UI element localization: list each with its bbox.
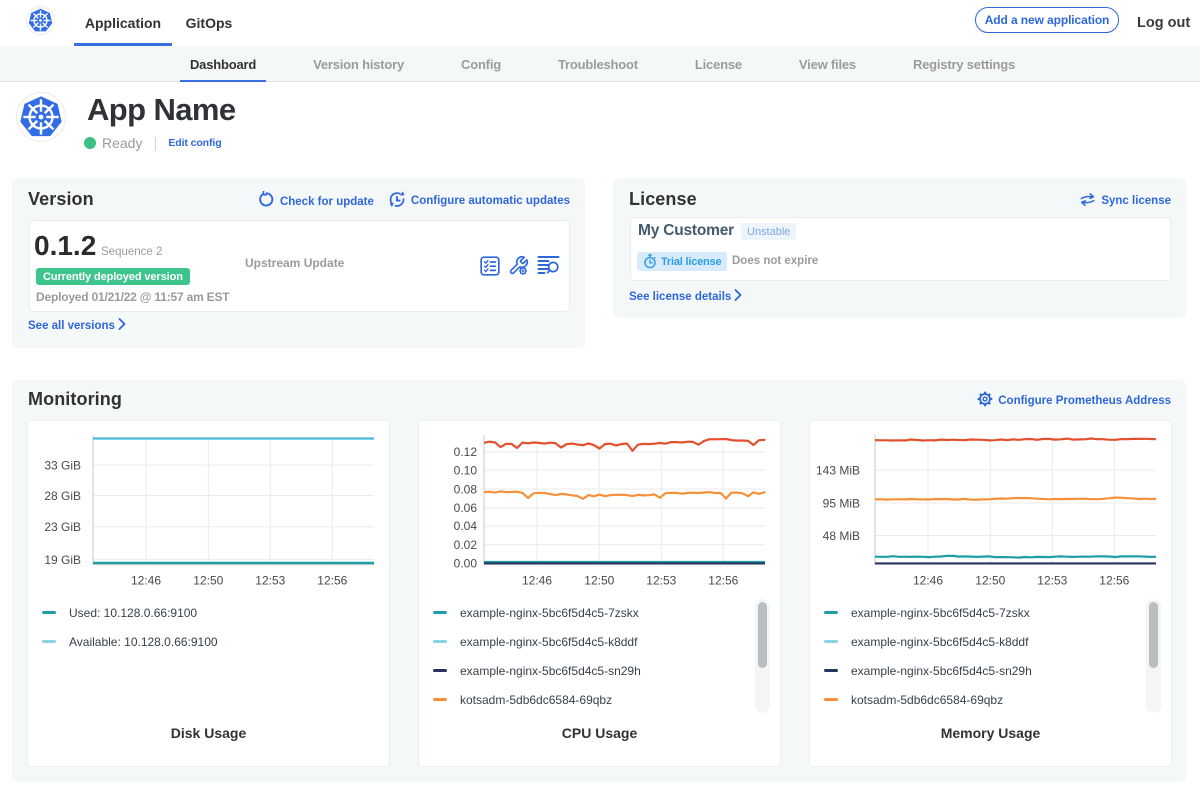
svg-text:0.10: 0.10	[454, 463, 478, 477]
svg-text:23 GiB: 23 GiB	[44, 520, 81, 534]
svg-text:0.02: 0.02	[454, 538, 478, 552]
svg-text:12:56: 12:56	[708, 574, 738, 588]
svg-text:0.00: 0.00	[454, 556, 478, 570]
svg-text:12:53: 12:53	[255, 574, 285, 588]
svg-text:95 MiB: 95 MiB	[823, 496, 860, 510]
svg-text:12:53: 12:53	[1037, 574, 1067, 588]
svg-text:0.06: 0.06	[454, 501, 478, 515]
svg-text:12:53: 12:53	[646, 574, 676, 588]
svg-text:28 GiB: 28 GiB	[44, 489, 81, 503]
svg-text:19 GiB: 19 GiB	[44, 553, 81, 567]
svg-text:12:56: 12:56	[1099, 574, 1129, 588]
svg-text:12:46: 12:46	[522, 574, 552, 588]
svg-text:12:50: 12:50	[975, 574, 1005, 588]
svg-text:48 MiB: 48 MiB	[823, 529, 860, 543]
svg-text:33 GiB: 33 GiB	[44, 458, 81, 472]
svg-text:143 MiB: 143 MiB	[816, 463, 860, 477]
svg-text:12:46: 12:46	[131, 574, 161, 588]
svg-text:0.08: 0.08	[454, 482, 478, 496]
svg-text:12:56: 12:56	[317, 574, 347, 588]
svg-text:0.04: 0.04	[454, 519, 478, 533]
svg-text:12:50: 12:50	[584, 574, 614, 588]
svg-text:12:46: 12:46	[913, 574, 943, 588]
svg-text:12:50: 12:50	[193, 574, 223, 588]
svg-text:0.12: 0.12	[454, 445, 478, 459]
